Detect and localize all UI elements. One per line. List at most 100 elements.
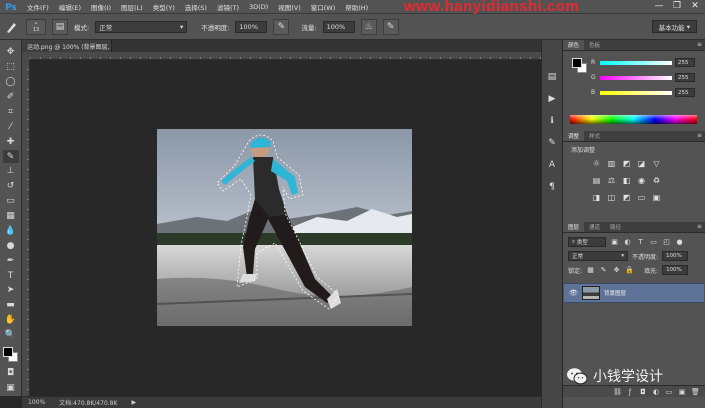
brush-tool-icon[interactable]: ✎ bbox=[2, 150, 19, 164]
path-select-tool-icon[interactable]: ➤ bbox=[3, 284, 19, 297]
document-tab[interactable]: 运动.png @ 100% (背景图层, RGB/8#) * × bbox=[22, 40, 150, 52]
exposure-icon[interactable]: ◪ bbox=[636, 158, 647, 169]
quick-mask-icon[interactable]: ◘ bbox=[3, 366, 19, 379]
restore-button[interactable]: ❐ bbox=[671, 1, 683, 12]
actions-panel-icon[interactable]: ▶ bbox=[545, 92, 559, 106]
quick-select-tool-icon[interactable]: ✐ bbox=[3, 91, 19, 104]
screen-mode-icon[interactable]: ▣ bbox=[3, 381, 19, 394]
flow-input[interactable]: 100% bbox=[322, 20, 355, 33]
color-balance-icon[interactable]: ⚖ bbox=[606, 175, 617, 186]
move-tool-icon[interactable]: ✥ bbox=[3, 46, 19, 59]
layer-name[interactable]: 背景图层 bbox=[604, 289, 626, 297]
pressure-opacity-icon[interactable]: ✎ bbox=[273, 18, 290, 35]
history-panel-icon[interactable]: ▤ bbox=[545, 70, 559, 84]
pressure-size-icon[interactable]: ✎ bbox=[382, 18, 399, 35]
paragraph-panel-icon[interactable]: ¶ bbox=[545, 180, 559, 194]
properties-panel-icon[interactable]: ℹ bbox=[545, 114, 559, 128]
workspace-select[interactable]: 基本功能 ▾ bbox=[651, 20, 697, 33]
menu-layer[interactable]: 图层(L) bbox=[116, 2, 148, 12]
threshold-icon[interactable]: ◩ bbox=[621, 192, 632, 203]
character-panel-icon[interactable]: A bbox=[545, 158, 559, 172]
panel-menu-icon[interactable]: ≡ bbox=[697, 223, 702, 230]
filter-toggle-icon[interactable]: ● bbox=[675, 238, 684, 247]
brush-size-picker[interactable]: • 13 bbox=[26, 18, 46, 35]
levels-icon[interactable]: ▥ bbox=[606, 158, 617, 169]
menu-file[interactable]: 文件(F) bbox=[22, 2, 54, 12]
menu-3d[interactable]: 3D(D) bbox=[244, 3, 273, 11]
mode-select[interactable]: 正常 ▾ bbox=[95, 20, 188, 33]
fx-icon[interactable]: ƒ bbox=[626, 388, 634, 396]
channel-mixer-icon[interactable]: ♻ bbox=[651, 175, 662, 186]
panel-menu-icon[interactable]: ≡ bbox=[697, 132, 702, 139]
new-group-icon[interactable]: ▭ bbox=[665, 388, 673, 396]
eye-icon[interactable]: 👁 bbox=[569, 289, 578, 297]
black-white-icon[interactable]: ◧ bbox=[621, 175, 632, 186]
tool-presets-icon[interactable]: ✎ bbox=[545, 136, 559, 150]
lock-pixels-icon[interactable]: ✎ bbox=[599, 266, 608, 275]
menu-filter[interactable]: 滤镜(T) bbox=[212, 2, 244, 12]
brush-preset-icon[interactable] bbox=[4, 19, 20, 35]
vertical-ruler[interactable] bbox=[22, 60, 30, 396]
minimize-button[interactable]: — bbox=[653, 1, 665, 12]
slider-track-b[interactable] bbox=[600, 90, 672, 95]
fill-input[interactable]: 100% bbox=[662, 265, 689, 275]
color-swatches[interactable] bbox=[2, 346, 20, 363]
zoom-tool-icon[interactable]: 🔍 bbox=[3, 329, 19, 342]
zoom-level[interactable]: 100% bbox=[28, 399, 45, 406]
slider-value-b[interactable]: 255 bbox=[675, 88, 695, 97]
menu-view[interactable]: 视图(V) bbox=[273, 2, 306, 12]
eraser-tool-icon[interactable]: ▭ bbox=[3, 195, 19, 208]
close-button[interactable]: ✕ bbox=[689, 1, 701, 12]
posterize-icon[interactable]: ◫ bbox=[606, 192, 617, 203]
lock-position-icon[interactable]: ✥ bbox=[612, 266, 621, 275]
menu-image[interactable]: 图像(I) bbox=[86, 2, 116, 12]
status-menu-arrow-icon[interactable]: ▶ bbox=[131, 399, 136, 406]
healing-brush-tool-icon[interactable]: ✚ bbox=[3, 135, 19, 148]
slider-value-r[interactable]: 255 bbox=[675, 58, 695, 67]
shape-tool-icon[interactable]: ▬ bbox=[3, 299, 19, 312]
add-mask-icon[interactable]: ◘ bbox=[639, 388, 647, 396]
filter-pixel-icon[interactable]: ▣ bbox=[610, 238, 619, 247]
color-panel-foreground-swatch[interactable] bbox=[572, 58, 582, 68]
curves-icon[interactable]: ◩ bbox=[621, 158, 632, 169]
trash-icon[interactable]: 🗑 bbox=[691, 388, 700, 396]
slider-value-g[interactable]: 255 bbox=[675, 73, 695, 82]
new-layer-icon[interactable]: ▣ bbox=[678, 388, 686, 396]
lock-transparent-icon[interactable]: ▦ bbox=[586, 266, 595, 275]
horizontal-ruler[interactable] bbox=[30, 52, 541, 60]
lasso-tool-icon[interactable]: ◯ bbox=[3, 76, 19, 89]
tab-color[interactable]: 颜色 bbox=[563, 40, 585, 50]
dodge-tool-icon[interactable]: ● bbox=[3, 239, 19, 252]
vibrance-icon[interactable]: ▽ bbox=[651, 158, 662, 169]
menu-select[interactable]: 选择(S) bbox=[180, 2, 212, 12]
link-layers-icon[interactable]: ⛓ bbox=[613, 388, 622, 396]
type-tool-icon[interactable]: T bbox=[3, 269, 19, 282]
tab-channels[interactable]: 通道 bbox=[584, 222, 605, 232]
menu-window[interactable]: 窗口(W) bbox=[306, 2, 341, 12]
tab-adjustments[interactable]: 调整 bbox=[563, 131, 585, 141]
menu-edit[interactable]: 编辑(E) bbox=[54, 2, 86, 12]
layer-opacity-input[interactable]: 100% bbox=[662, 251, 689, 261]
foreground-color-swatch[interactable] bbox=[2, 346, 13, 357]
photo-filter-icon[interactable]: ◉ bbox=[636, 175, 647, 186]
tab-styles[interactable]: 样式 bbox=[584, 131, 605, 141]
selective-color-icon[interactable]: ▣ bbox=[651, 192, 662, 203]
clone-stamp-tool-icon[interactable]: ⊥ bbox=[3, 165, 19, 178]
history-brush-tool-icon[interactable]: ↺ bbox=[3, 180, 19, 193]
gradient-map-icon[interactable]: ▭ bbox=[636, 192, 647, 203]
filter-shape-icon[interactable]: ▭ bbox=[649, 238, 658, 247]
blur-tool-icon[interactable]: 💧 bbox=[3, 225, 19, 238]
brightness-icon[interactable]: ☼ bbox=[591, 158, 602, 169]
layer-filter-select[interactable]: ⌕ 类型 bbox=[568, 237, 606, 247]
filter-type-icon[interactable]: T bbox=[636, 238, 645, 247]
airbrush-icon[interactable]: ♨ bbox=[360, 18, 377, 35]
slider-track-g[interactable] bbox=[600, 75, 672, 80]
color-spectrum-ramp[interactable] bbox=[570, 115, 697, 124]
menu-help[interactable]: 帮助(H) bbox=[340, 2, 373, 12]
eyedropper-tool-icon[interactable]: ⁄ bbox=[3, 120, 19, 133]
invert-icon[interactable]: ◨ bbox=[591, 192, 602, 203]
panel-menu-icon[interactable]: ≡ bbox=[697, 41, 702, 48]
document-canvas-image[interactable] bbox=[157, 129, 412, 326]
filter-adjustment-icon[interactable]: ◐ bbox=[623, 238, 632, 247]
layer-row-background[interactable]: 👁 背景图层 bbox=[564, 283, 704, 303]
